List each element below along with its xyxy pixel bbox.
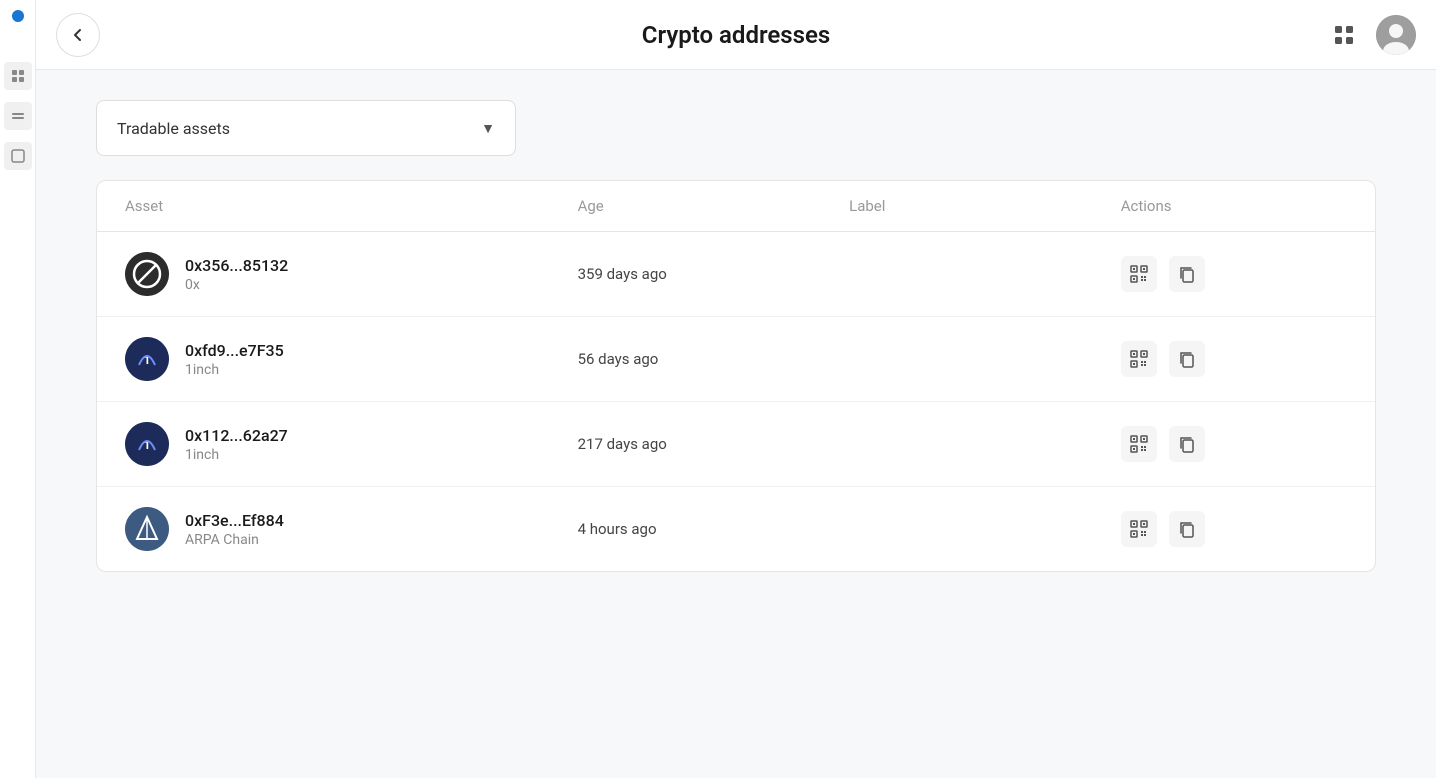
col-header-age: Age xyxy=(578,197,850,215)
actions-cell-1 xyxy=(1121,256,1347,292)
asset-info-2: 0xfd9...e7F35 1inch xyxy=(185,341,284,378)
qr-button-3[interactable] xyxy=(1121,426,1157,462)
asset-address-4: 0xF3e...Ef884 xyxy=(185,511,284,530)
actions-cell-4 xyxy=(1121,511,1347,547)
grid-icon[interactable] xyxy=(1324,15,1364,55)
col-header-actions: Actions xyxy=(1121,197,1347,215)
asset-info-4: 0xF3e...Ef884 ARPA Chain xyxy=(185,511,284,548)
asset-cell-2: 1 0xfd9...e7F35 1inch xyxy=(125,337,578,381)
asset-name-3: 1inch xyxy=(185,447,288,463)
main-content: Tradable assets ▼ Asset Age Label Action… xyxy=(36,70,1436,778)
actions-cell-2 xyxy=(1121,341,1347,377)
asset-name-2: 1inch xyxy=(185,362,284,378)
table-row: 1 0xfd9...e7F35 1inch 56 days ago xyxy=(97,317,1375,402)
asset-name-4: ARPA Chain xyxy=(185,532,284,548)
back-button[interactable] xyxy=(56,13,100,57)
col-header-label: Label xyxy=(849,197,1121,215)
sidebar-nav-item-3[interactable] xyxy=(4,142,32,170)
addresses-table: Asset Age Label Actions 0x356...85132 0x xyxy=(96,180,1376,572)
filter-wrapper: Tradable assets ▼ xyxy=(96,100,1376,156)
chevron-down-icon: ▼ xyxy=(481,120,495,137)
table-row: 1 0x112...62a27 1inch 217 days ago xyxy=(97,402,1375,487)
copy-button-1[interactable] xyxy=(1169,256,1205,292)
qr-button-4[interactable] xyxy=(1121,511,1157,547)
asset-info-3: 0x112...62a27 1inch xyxy=(185,426,288,463)
qr-button-1[interactable] xyxy=(1121,256,1157,292)
sidebar xyxy=(0,0,36,778)
age-cell-1: 359 days ago xyxy=(578,265,850,283)
header: Crypto addresses xyxy=(36,0,1436,70)
sidebar-nav-item-2[interactable] xyxy=(4,102,32,130)
asset-icon-3: 1 xyxy=(125,422,169,466)
asset-icon-1 xyxy=(125,252,169,296)
qr-button-2[interactable] xyxy=(1121,341,1157,377)
asset-icon-4 xyxy=(125,507,169,551)
header-right xyxy=(1324,15,1416,55)
age-cell-2: 56 days ago xyxy=(578,350,850,368)
copy-button-3[interactable] xyxy=(1169,426,1205,462)
asset-icon-2: 1 xyxy=(125,337,169,381)
table-header: Asset Age Label Actions xyxy=(97,181,1375,232)
asset-address-1: 0x356...85132 xyxy=(185,256,288,275)
asset-cell-3: 1 0x112...62a27 1inch xyxy=(125,422,578,466)
asset-address-3: 0x112...62a27 xyxy=(185,426,288,445)
copy-button-4[interactable] xyxy=(1169,511,1205,547)
table-row: 0xF3e...Ef884 ARPA Chain 4 hours ago xyxy=(97,487,1375,571)
asset-name-1: 0x xyxy=(185,277,288,293)
sidebar-nav-item-1[interactable] xyxy=(4,62,32,90)
col-header-asset: Asset xyxy=(125,197,578,215)
actions-cell-3 xyxy=(1121,426,1347,462)
page-title: Crypto addresses xyxy=(642,21,830,49)
asset-address-2: 0xfd9...e7F35 xyxy=(185,341,284,360)
age-cell-4: 4 hours ago xyxy=(578,520,850,538)
tradable-assets-dropdown[interactable]: Tradable assets ▼ xyxy=(96,100,516,156)
asset-cell-1: 0x356...85132 0x xyxy=(125,252,578,296)
copy-button-2[interactable] xyxy=(1169,341,1205,377)
table-row: 0x356...85132 0x 359 days ago xyxy=(97,232,1375,317)
asset-cell-4: 0xF3e...Ef884 ARPA Chain xyxy=(125,507,578,551)
age-cell-3: 217 days ago xyxy=(578,435,850,453)
dropdown-label: Tradable assets xyxy=(117,119,230,138)
sidebar-logo-dot xyxy=(12,10,24,22)
asset-info-1: 0x356...85132 0x xyxy=(185,256,288,293)
avatar[interactable] xyxy=(1376,15,1416,55)
